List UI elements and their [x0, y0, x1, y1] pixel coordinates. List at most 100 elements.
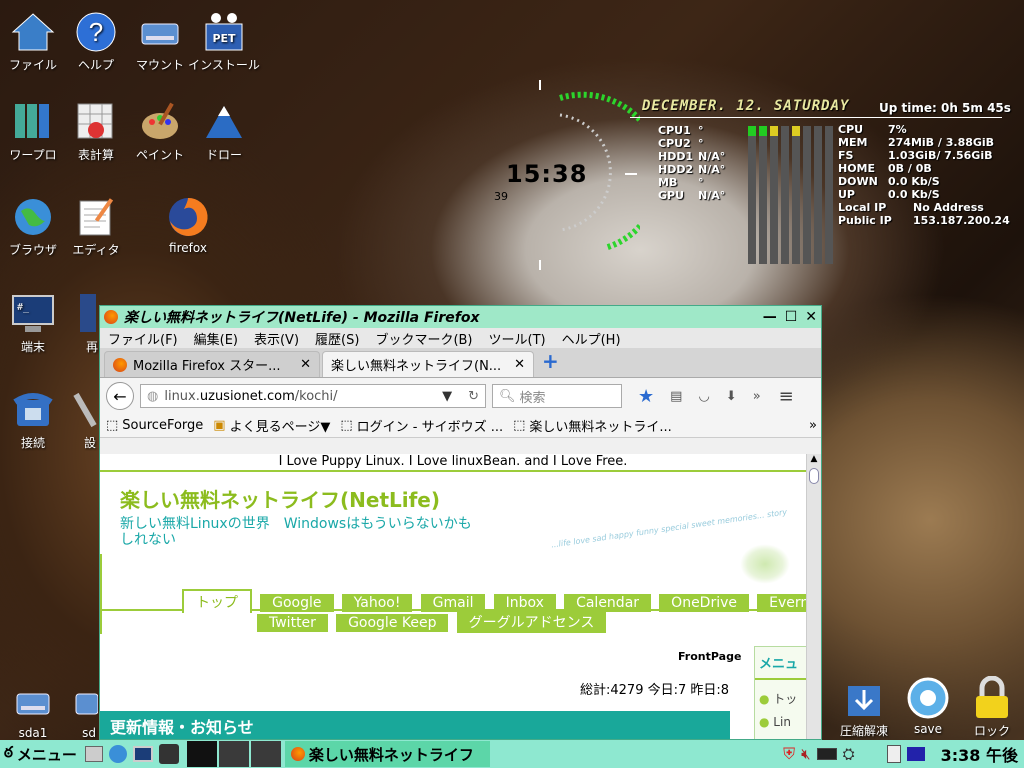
tab-label: 楽しい無料ネットライフ(N... [331, 359, 502, 374]
tab-strip: Mozilla Firefox スター... ✕ 楽しい無料ネットライフ(N..… [100, 348, 821, 378]
desktop-icon-install[interactable]: PET インストール [184, 10, 264, 73]
reload-icon[interactable]: ↻ [468, 389, 479, 404]
side-menu-item[interactable]: ● トッ [755, 680, 806, 707]
media-launcher-icon[interactable] [158, 744, 179, 764]
scroll-up-icon[interactable]: ▲ [807, 454, 821, 468]
stat-row: DOWN 0.0 Kb/S [838, 175, 940, 188]
scroll-thumb[interactable] [809, 468, 819, 484]
monitor-launcher-icon[interactable] [132, 746, 153, 762]
meter-bar [770, 126, 778, 264]
workspace-3[interactable] [250, 741, 281, 767]
bookmark-netlife[interactable]: ⬚ 楽しい無料ネットライ... [513, 416, 672, 435]
maximize-icon[interactable]: ☐ [785, 309, 798, 325]
drive-icon [54, 680, 98, 724]
bookmark-most-visited[interactable]: ▣ よく見るページ▼ [213, 416, 330, 435]
tab-firefox-start[interactable]: Mozilla Firefox スター... ✕ [104, 351, 320, 377]
firefox-small-icon [290, 747, 305, 761]
page-content: I Love Puppy Linux. I Love linuxBean. an… [100, 454, 806, 739]
desktop-icon-lock[interactable]: ロック [952, 676, 1024, 739]
tab-netlife[interactable]: 楽しい無料ネットライフ(N... ✕ [322, 351, 534, 377]
frontpage-label: FrontPage [678, 650, 742, 663]
temp-row: HDD2 N/A° [658, 163, 726, 176]
desktop-icon-re[interactable]: 再 [52, 292, 100, 355]
workspace-1[interactable] [186, 741, 217, 767]
network-icon[interactable]: ⛭ [843, 745, 855, 763]
drive-icon [11, 680, 55, 724]
clock-text[interactable]: 3:38 午後 [941, 742, 1018, 766]
drive-icon [138, 10, 182, 54]
meter-bar [759, 126, 767, 264]
desktop-icon-label: エディタ [72, 243, 120, 257]
menu-bookmarks[interactable]: ブックマーク(B) [375, 329, 472, 348]
site-title[interactable]: 楽しい無料ネットライフ(NetLife) [120, 484, 440, 513]
new-tab-icon[interactable]: + [542, 349, 559, 373]
shield-icon[interactable]: ⛨ [783, 744, 795, 764]
nav-adsense[interactable]: グーグルアドセンス [456, 611, 607, 633]
desktop-icon-draw[interactable]: ドロー [184, 100, 264, 163]
temp-row: CPU1 ° [658, 124, 704, 137]
menu-edit[interactable]: 編集(E) [194, 329, 238, 348]
pocket-icon[interactable]: ◡ [698, 389, 709, 404]
stat-row: FS 1.03GiB/ 7.56GiB [838, 149, 993, 162]
wrench-icon [54, 388, 98, 432]
menu-tools[interactable]: ツール(T) [489, 329, 546, 348]
menu-bar: ファイル(F) 編集(E) 表示(V) 履歴(S) ブックマーク(B) ツール(… [100, 328, 821, 348]
bookmark-sourceforge[interactable]: ⬚ SourceForge [106, 418, 203, 433]
window-titlebar[interactable]: 楽しい無料ネットライフ(NetLife) - Mozilla Firefox —… [100, 306, 821, 328]
folder-icon: ▣ [213, 418, 226, 433]
desktop-icon-label: 設 [83, 436, 96, 450]
minimize-icon[interactable]: — [763, 309, 777, 325]
back-icon[interactable]: ← [106, 382, 134, 410]
url-bar[interactable]: ◍ linux.uzusionet.com/kochi/ ▼ ↻ [140, 384, 486, 408]
tab-close-icon[interactable]: ✕ [514, 357, 525, 372]
url-dropdown-icon[interactable]: ▼ [442, 389, 452, 404]
desktop-icon-editor[interactable]: エディタ [56, 195, 136, 258]
nav-twitter[interactable]: Twitter [257, 614, 328, 632]
search-placeholder: 検索 [519, 390, 546, 406]
download-icon[interactable]: ⬇ [726, 389, 737, 404]
leaf-decoration [740, 544, 790, 584]
desktop-icon-set[interactable]: 設 [52, 388, 100, 451]
menu-file[interactable]: ファイル(F) [108, 329, 178, 348]
nav-top[interactable]: トップ [182, 589, 252, 613]
menu-view[interactable]: 表示(V) [254, 329, 299, 348]
menu-history[interactable]: 履歴(S) [315, 329, 359, 348]
side-menu-box: メニュ ● トッ ● Lin [754, 646, 806, 739]
battery-icon[interactable] [816, 748, 837, 760]
hamburger-menu-icon[interactable]: ≡ [779, 386, 794, 407]
site-tagline: 新しい無料Linuxの世界 Windowsはもういらないかもしれない [120, 516, 472, 548]
tab-close-icon[interactable]: ✕ [300, 357, 311, 372]
bookmark-cybozu-login[interactable]: ⬚ ログイン - サイボウズ ... [340, 416, 503, 435]
conky-stats: CPU 7% MEM 274MiB / 3.88GiB FS 1.03GiB/ 7.5… [838, 123, 1010, 227]
reading-list-icon[interactable]: ▤ [670, 389, 682, 404]
show-desktop-icon[interactable] [84, 746, 103, 762]
pet-package-icon: PET [202, 10, 246, 54]
top-banner: I Love Puppy Linux. I Love linuxBean. an… [100, 454, 806, 472]
keyboard-icon[interactable] [906, 747, 925, 761]
side-menu-item[interactable]: ● Lin [755, 707, 806, 729]
desktop-icon-sd[interactable]: sd [52, 680, 100, 740]
browser-launcher-icon[interactable] [108, 745, 127, 763]
search-input[interactable]: 🔍︎ 検索 [492, 384, 622, 408]
close-icon[interactable]: ✕ [805, 309, 817, 325]
bookmark-star-icon[interactable]: ★ [638, 386, 654, 407]
volume-mute-icon[interactable]: 🔇︎ [801, 745, 810, 763]
nav-google-keep[interactable]: Google Keep [336, 614, 449, 632]
desktop-icon-label: ドロー [205, 148, 242, 162]
firefox-icon [166, 195, 210, 239]
start-menu-button[interactable]: ఠ メニュー [0, 743, 81, 765]
bookmarks-overflow-icon[interactable]: » [809, 418, 821, 433]
workspace-2[interactable] [218, 741, 249, 767]
clipboard-icon[interactable] [886, 745, 901, 763]
overflow-icon[interactable]: » [753, 389, 761, 404]
desktop-icon-firefox[interactable]: firefox [148, 195, 228, 255]
vertical-scrollbar[interactable]: ▲ [806, 454, 821, 739]
menu-help[interactable]: ヘルプ(H) [562, 329, 621, 348]
save-disc-icon [906, 676, 950, 720]
taskbar-window-firefox[interactable]: 楽しい無料ネットライフ [284, 741, 490, 767]
conky-divider [630, 117, 1002, 118]
home-folder-icon [11, 10, 55, 54]
firefox-small-icon [104, 310, 118, 324]
clock-seconds: 39 [494, 190, 508, 203]
stat-row: UP 0.0 Kb/S [838, 188, 940, 201]
